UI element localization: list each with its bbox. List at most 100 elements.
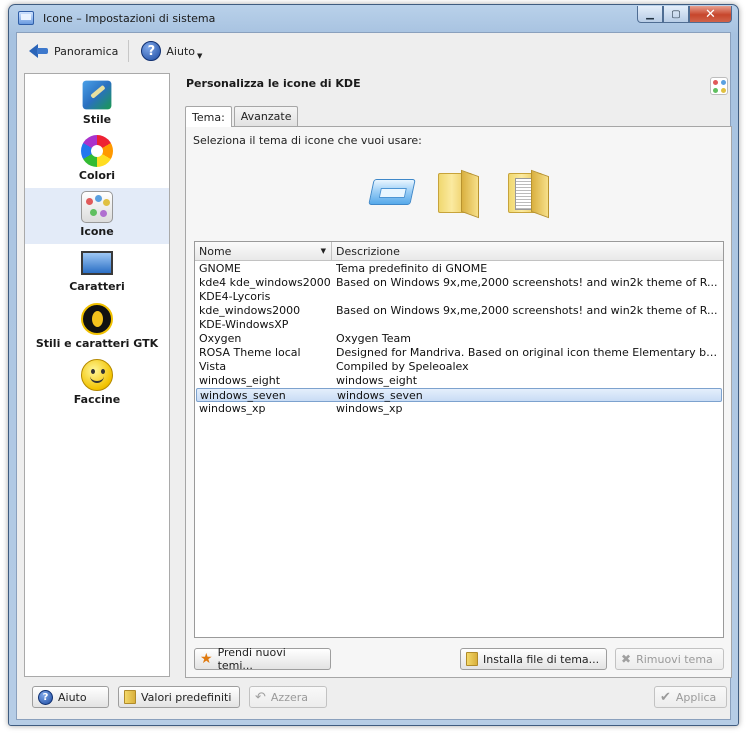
install-theme-file-label: Installa file di tema... <box>483 652 600 666</box>
remove-x-icon: ✖ <box>621 652 632 666</box>
sidebar-item-label: Icone <box>80 225 114 238</box>
apply-label: Applica <box>675 690 717 704</box>
minimize-button[interactable]: ▁ <box>637 6 663 23</box>
table-row-selected[interactable]: windows_seven windows_seven <box>196 388 722 402</box>
theme-name: kde_windows2000 <box>199 304 301 317</box>
help-icon: ? <box>38 689 53 705</box>
defaults-button[interactable]: Valori predefiniti <box>118 686 240 708</box>
theme-name: windows_xp <box>199 402 266 415</box>
table-row[interactable]: Vista Compiled by Speleoalex <box>195 360 723 374</box>
reset-label: Azzera <box>270 690 309 704</box>
table-row[interactable]: KDE4-Lycoris <box>195 290 723 304</box>
tab-bar: Tema: Avanzate <box>185 106 300 127</box>
select-theme-label: Seleziona il tema di icone che vuoi usar… <box>193 134 422 147</box>
window-title: Icone – Impostazioni di sistema <box>43 12 216 25</box>
sidebar-item-colori[interactable]: Colori <box>25 132 169 188</box>
tab-avanzate[interactable]: Avanzate <box>233 106 299 126</box>
maximize-button[interactable]: ▢ <box>663 6 689 23</box>
toolbar: Panoramica ? Aiuto ▼ <box>17 33 730 69</box>
folder-icon <box>438 173 472 213</box>
theme-tab-panel: Seleziona il tema di icone che vuoi usar… <box>185 126 732 678</box>
title-bar[interactable]: Icone – Impostazioni di sistema ▁ ▢ ✕ <box>9 5 738 32</box>
list-header: Nome ▼ Descrizione <box>195 242 723 261</box>
defaults-document-icon <box>124 690 136 704</box>
get-new-themes-button[interactable]: ★ Prendi nuovi temi... <box>194 646 331 672</box>
dropdown-caret-icon: ▼ <box>197 52 203 60</box>
sidebar-item-label: Faccine <box>73 393 121 406</box>
theme-name: windows_seven <box>200 389 286 402</box>
theme-name: Vista <box>199 360 227 373</box>
footer-help-button[interactable]: ? Aiuto <box>32 686 109 708</box>
table-row[interactable]: windows_eight windows_eight <box>195 374 723 388</box>
sidebar-item-label: Caratteri <box>69 280 125 293</box>
sidebar-item-label: Stili e caratteri GTK <box>35 337 159 350</box>
toolbar-separator <box>128 40 130 62</box>
sort-descending-icon: ▼ <box>320 247 326 255</box>
sidebar-item-caratteri[interactable]: Caratteri <box>25 244 169 300</box>
remove-theme-label: Rimuovi tema <box>636 652 713 666</box>
system-settings-window: Icone – Impostazioni di sistema ▁ ▢ ✕ Pa… <box>8 4 739 726</box>
theme-name: KDE-WindowsXP <box>199 318 289 331</box>
table-row[interactable]: GNOME Tema predefinito di GNOME <box>195 262 723 276</box>
remove-theme-button[interactable]: ✖ Rimuovi tema <box>615 648 724 670</box>
apply-button[interactable]: ✔ Applica <box>654 686 727 708</box>
help-icon: ? <box>141 41 162 61</box>
column-header-name[interactable]: Nome ▼ <box>195 242 332 261</box>
table-row[interactable]: kde_windows2000 Based on Windows 9x,me,2… <box>195 304 723 318</box>
icon-theme-list[interactable]: Nome ▼ Descrizione GNOME Tema predefinito… <box>194 241 724 638</box>
fonts-monitor-icon <box>81 251 113 275</box>
theme-name: windows_eight <box>199 374 281 387</box>
reset-button[interactable]: ↶ Azzera <box>249 686 327 708</box>
table-row[interactable]: ROSA Theme local Designed for Mandriva. B… <box>195 346 723 360</box>
install-theme-file-button[interactable]: Installa file di tema... <box>460 648 607 670</box>
theme-description: Based on Windows 9x,me,2000 screenshots!… <box>336 276 718 289</box>
drive-icon <box>368 179 416 205</box>
column-header-label: Nome <box>199 245 232 258</box>
theme-description: windows_eight <box>336 374 418 387</box>
page-title: Personalizza le icone di KDE <box>186 77 361 90</box>
window-controls: ▁ ▢ ✕ <box>637 6 732 23</box>
undo-icon: ↶ <box>255 689 266 705</box>
check-icon: ✔ <box>660 689 671 705</box>
table-row[interactable]: kde4 kde_windows2000 Based on Windows 9x… <box>195 276 723 290</box>
footer-help-label: Aiuto <box>58 690 87 704</box>
theme-description: Based on Windows 9x,me,2000 screenshots!… <box>336 304 718 317</box>
system-settings-app-icon <box>18 11 34 25</box>
help-menu-label: Aiuto <box>166 44 196 58</box>
gtk-logo-icon <box>81 303 113 335</box>
back-arrow-icon <box>29 42 49 60</box>
theme-description: Compiled by Speleoalex <box>336 360 469 373</box>
module-help-icon[interactable] <box>710 77 728 95</box>
get-hot-new-stuff-icon: ★ <box>200 651 213 667</box>
column-header-description[interactable]: Descrizione <box>332 242 722 261</box>
theme-name: Oxygen <box>199 332 242 345</box>
sidebar-item-stile[interactable]: Stile <box>25 76 169 132</box>
package-icon <box>466 652 478 666</box>
table-row[interactable]: KDE-WindowsXP <box>195 318 723 332</box>
sidebar-item-label: Stile <box>82 113 112 126</box>
smiley-icon <box>81 359 113 391</box>
sidebar-item-faccine[interactable]: Faccine <box>25 356 169 412</box>
theme-name: ROSA Theme local <box>199 346 301 359</box>
get-new-themes-label: Prendi nuovi temi... <box>217 646 286 672</box>
window-client-area: Panoramica ? Aiuto ▼ Stile Colori Icone … <box>16 32 732 720</box>
sidebar-item-label: Colori <box>78 169 116 182</box>
overview-label: Panoramica <box>54 44 119 58</box>
folder-documents-icon <box>508 173 542 213</box>
category-sidebar: Stile Colori Icone Caratteri Stili e car… <box>24 73 170 677</box>
help-menu-button[interactable]: ? Aiuto ▼ <box>137 37 206 65</box>
theme-name: kde4 kde_windows2000 <box>199 276 331 289</box>
defaults-label: Valori predefiniti <box>141 690 232 704</box>
sidebar-item-gtk[interactable]: Stili e caratteri GTK <box>25 300 169 356</box>
sidebar-item-icone[interactable]: Icone <box>25 188 169 244</box>
theme-description: windows_seven <box>337 389 423 402</box>
tab-tema[interactable]: Tema: <box>185 106 232 127</box>
list-rows: GNOME Tema predefinito di GNOME kde4 kde_… <box>195 262 723 416</box>
theme-description: windows_xp <box>336 402 403 415</box>
style-brush-icon <box>82 80 112 110</box>
close-button[interactable]: ✕ <box>689 6 732 23</box>
table-row[interactable]: windows_xp windows_xp <box>195 402 723 416</box>
theme-description: Oxygen Team <box>336 332 411 345</box>
overview-button[interactable]: Panoramica <box>25 37 122 65</box>
table-row[interactable]: Oxygen Oxygen Team <box>195 332 723 346</box>
